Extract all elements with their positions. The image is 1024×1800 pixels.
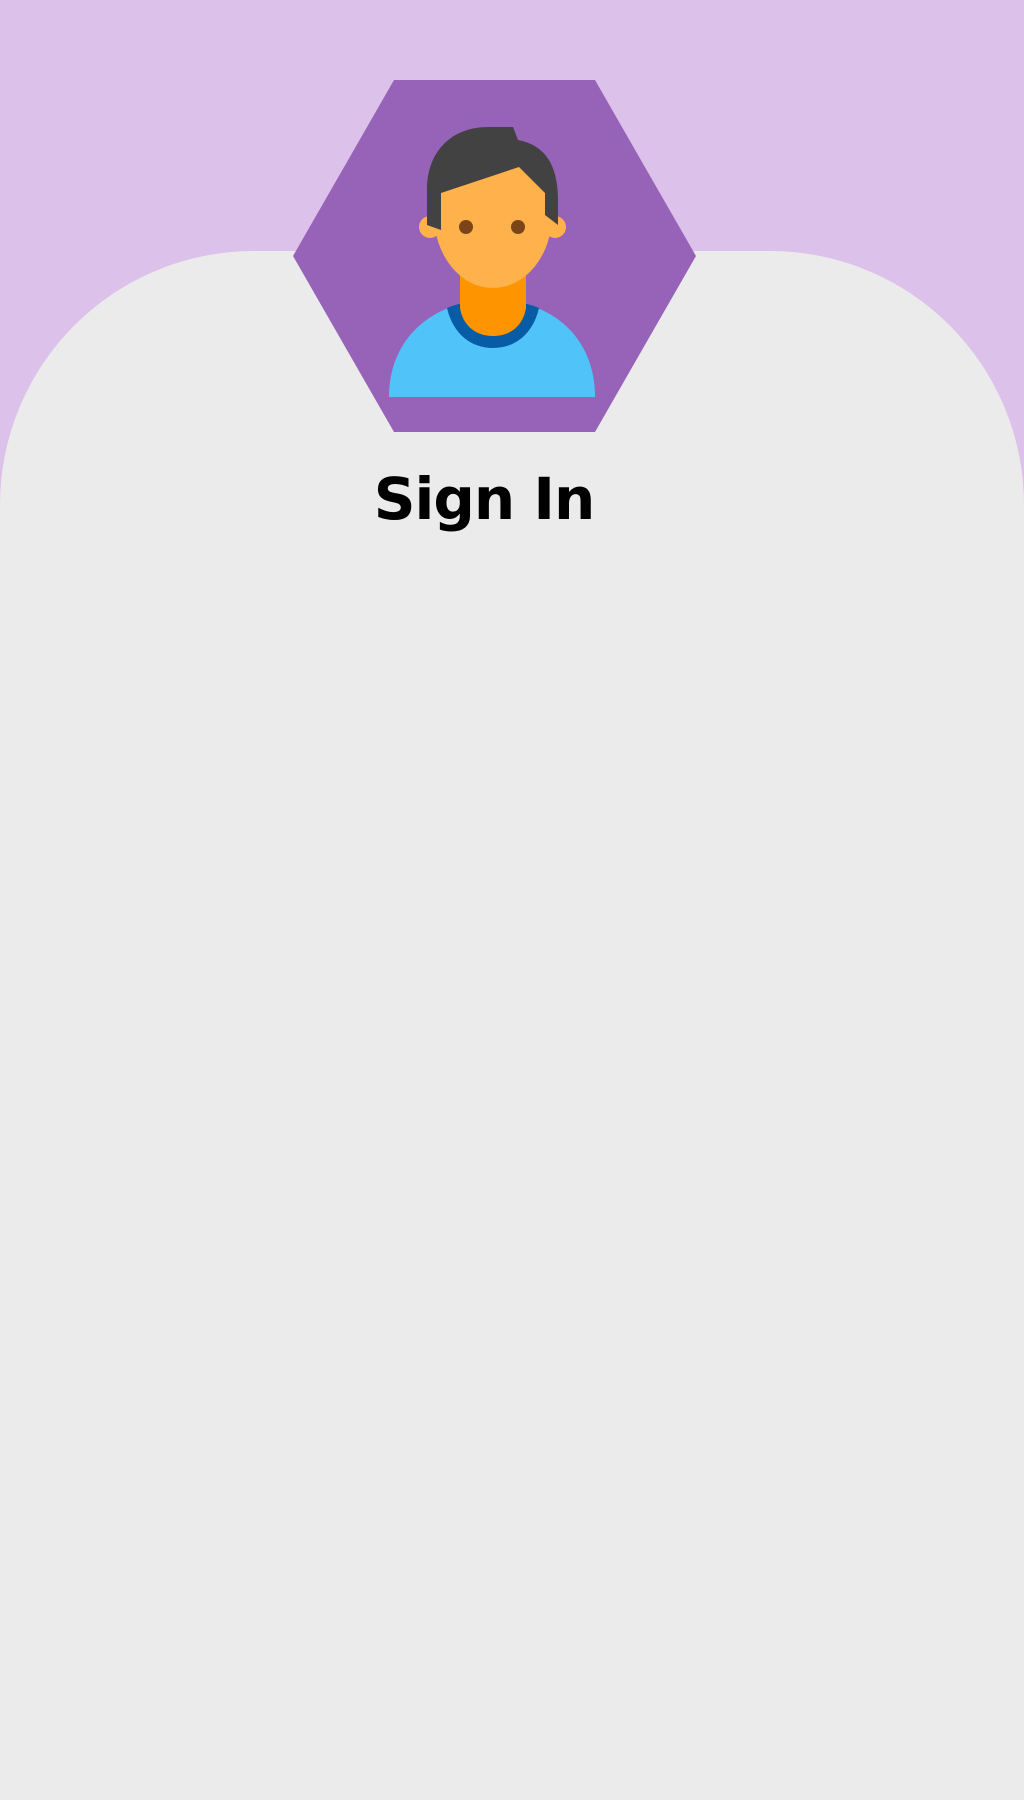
user-avatar-icon bbox=[293, 80, 696, 432]
avatar-hexagon bbox=[293, 80, 696, 432]
avatar-left-eye bbox=[459, 220, 473, 234]
avatar-right-eye bbox=[511, 220, 525, 234]
page-title: Sign In bbox=[373, 465, 596, 533]
sign-in-page: Sign In bbox=[0, 0, 1024, 1800]
